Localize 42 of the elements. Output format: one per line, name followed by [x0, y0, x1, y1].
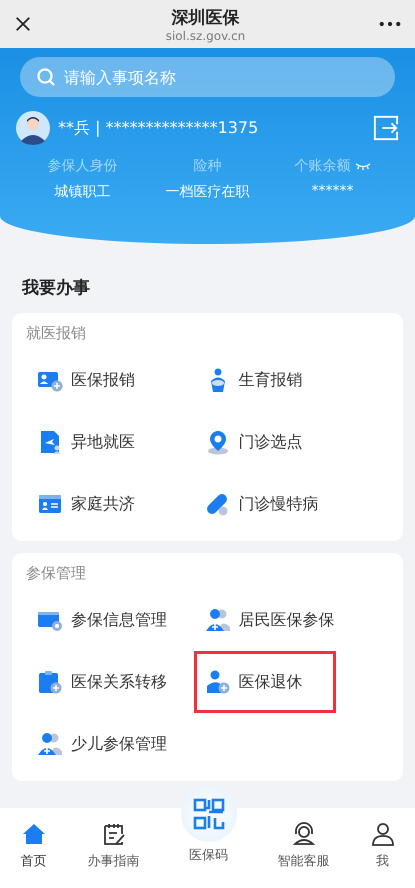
summary-value: ****** [312, 183, 354, 199]
more-icon[interactable] [379, 21, 401, 27]
service-item[interactable]: 家庭共济 [26, 473, 138, 535]
group-title: 就医报销 [26, 324, 86, 342]
service-item[interactable]: 医保退休 [194, 651, 336, 713]
tab-item[interactable]: 智能客服 [278, 822, 330, 870]
summary-value: 一档医疗在职 [166, 183, 250, 201]
page-url: siol.sz.gov.cn [166, 28, 246, 42]
service-item[interactable]: 居民医保参保 [194, 589, 368, 651]
service-item[interactable]: 医保报销 [26, 349, 138, 411]
home-icon [22, 822, 46, 846]
logout-icon[interactable] [373, 115, 399, 141]
tab-item[interactable]: 首页 [20, 822, 46, 870]
people-plus-icon [37, 731, 63, 757]
page-title: 深圳医保 [172, 6, 240, 28]
service-item[interactable]: 医保关系转移 [26, 651, 170, 713]
service-item[interactable]: 少儿参保管理 [26, 713, 170, 775]
group-title: 参保管理 [26, 564, 86, 582]
service-item[interactable]: 门诊选点 [194, 411, 336, 473]
tab-item[interactable]: 办事指南 [88, 822, 140, 870]
tab-item[interactable]: 我 [370, 822, 394, 870]
eye-closed-icon[interactable] [354, 162, 370, 170]
person-plus-icon [204, 669, 230, 695]
summary-label: 参保人身份 [48, 157, 118, 175]
summary-label: 险种 [194, 157, 222, 175]
search-icon [36, 67, 56, 87]
summary-value: 城镇职工 [54, 183, 110, 201]
service-item[interactable]: 参保信息管理 [26, 589, 170, 651]
section-heading: 我要办事 [22, 277, 91, 299]
service-item[interactable]: 异地就医 [26, 411, 138, 473]
user-name: **兵 | **************1375 [58, 118, 260, 138]
headset-icon [292, 822, 316, 846]
summary-label: 个账余额 [294, 157, 350, 175]
user-icon [370, 822, 394, 846]
notepad-icon [102, 822, 126, 846]
service-item[interactable]: 门诊慢特病 [194, 473, 352, 535]
qr-code-icon [192, 798, 224, 830]
avatar [16, 111, 50, 145]
close-icon[interactable] [14, 15, 32, 33]
service-item[interactable]: 生育报销 [194, 349, 336, 411]
clipboard-plus-icon [37, 669, 63, 695]
people-plus-icon [204, 607, 230, 633]
